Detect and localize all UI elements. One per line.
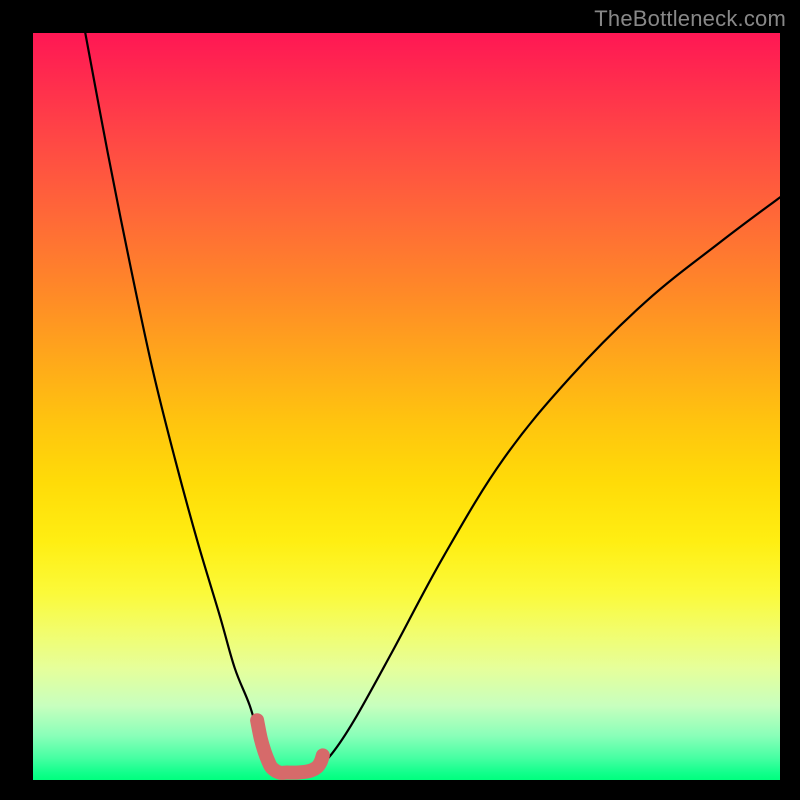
plot-area bbox=[33, 33, 780, 780]
bottleneck-curve bbox=[85, 33, 780, 773]
chart-svg bbox=[33, 33, 780, 780]
minimum-marker bbox=[257, 720, 323, 773]
chart-frame: TheBottleneck.com bbox=[0, 0, 800, 800]
watermark-text: TheBottleneck.com bbox=[594, 6, 786, 32]
